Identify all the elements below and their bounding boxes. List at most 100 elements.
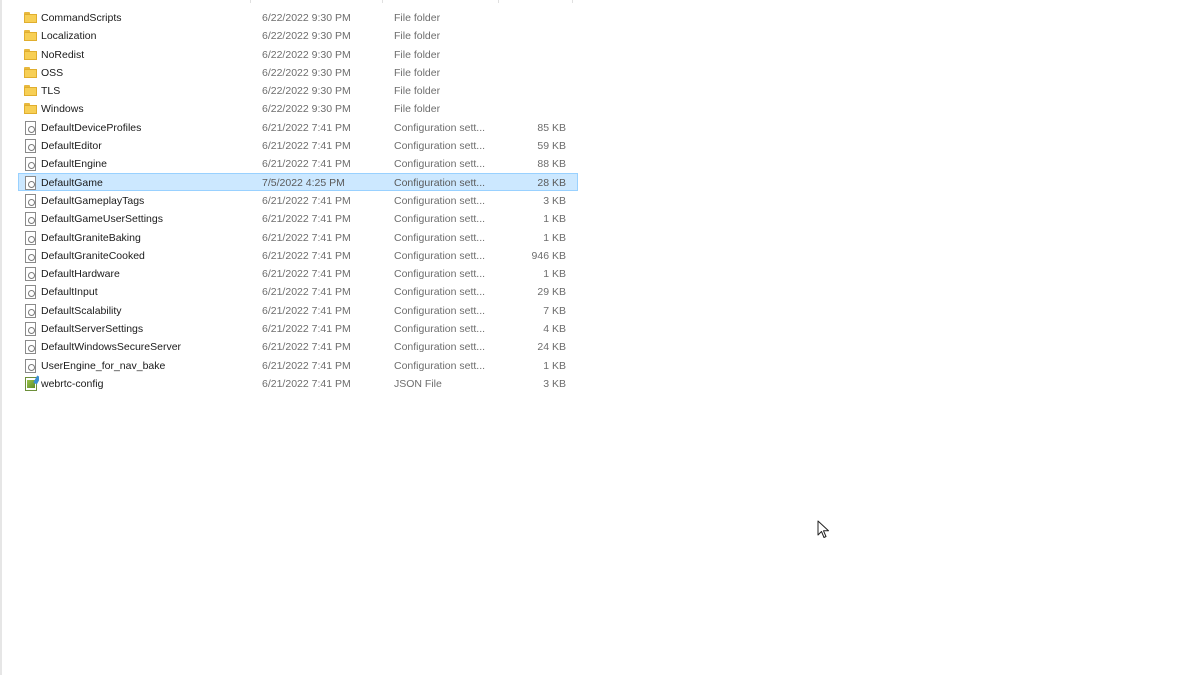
file-row[interactable]: DefaultDeviceProfiles 6/21/2022 7:41 PM Co… [18,118,578,136]
json-file-icon [23,375,39,391]
file-size: 85 KB [537,121,566,134]
file-row[interactable]: OSS 6/22/2022 9:30 PM File folder [18,63,578,81]
file-name: DefaultScalability [41,304,122,317]
file-date-modified: 6/22/2022 9:30 PM [262,85,351,98]
file-size [509,27,566,43]
file-name: DefaultEngine [41,158,107,171]
file-date-modified: 6/21/2022 7:41 PM [262,304,351,317]
column-divider[interactable] [250,0,251,3]
file-type: Configuration sett... [394,194,486,207]
file-row[interactable]: Localization 6/22/2022 9:30 PM File folder [18,26,578,44]
file-row[interactable]: DefaultGameUserSettings 6/21/2022 7:41 PM… [18,209,578,227]
left-pane-edge [0,0,2,675]
file-date-modified: 6/21/2022 7:41 PM [262,323,351,336]
file-size: 1 KB [543,231,566,244]
file-name: DefaultGame [41,176,103,189]
file-row[interactable]: DefaultGraniteBaking 6/21/2022 7:41 PM Con… [18,228,578,246]
file-date-modified: 6/21/2022 7:41 PM [262,377,351,390]
file-list[interactable]: CommandScripts 6/22/2022 9:30 PM File fold… [18,8,578,392]
file-type: File folder [394,85,441,98]
file-type: Configuration sett... [394,268,486,281]
file-name: webrtc-config [41,377,104,390]
file-date-modified: 6/21/2022 7:41 PM [262,194,351,207]
file-row[interactable]: DefaultHardware 6/21/2022 7:41 PM Configur… [18,264,578,282]
file-size: 1 KB [543,213,566,226]
file-name: DefaultGameplayTags [41,194,145,207]
file-row[interactable]: DefaultEditor 6/21/2022 7:41 PM Configurat… [18,136,578,154]
mouse-cursor-icon [817,520,829,538]
file-type: Configuration sett... [394,121,486,134]
config-file-icon [23,155,39,172]
file-type: Configuration sett... [394,359,486,372]
file-type: File folder [394,30,441,43]
file-row[interactable]: DefaultWindowsSecureServer 6/21/2022 7:41… [18,337,578,355]
file-row[interactable]: NoRedist 6/22/2022 9:30 PM File folder [18,45,578,63]
file-size: 29 KB [537,286,566,299]
file-date-modified: 6/22/2022 9:30 PM [262,103,351,116]
file-date-modified: 6/22/2022 9:30 PM [262,66,351,79]
file-date-modified: 6/21/2022 7:41 PM [262,286,351,299]
file-row[interactable]: DefaultServerSettings 6/21/2022 7:41 PM Co… [18,319,578,337]
file-row[interactable]: CommandScripts 6/22/2022 9:30 PM File fold… [18,8,578,26]
folder-icon [23,9,39,25]
file-name: UserEngine_for_nav_bake [41,359,166,372]
config-file-icon [23,192,39,208]
file-row[interactable]: Windows 6/22/2022 9:30 PM File folder [18,99,578,117]
file-type: File folder [394,103,441,116]
file-row[interactable]: TLS 6/22/2022 9:30 PM File folder [18,81,578,99]
file-name: DefaultInput [41,286,98,299]
file-size: 3 KB [543,194,566,207]
file-row[interactable]: DefaultGame 7/5/2022 4:25 PM Configuration… [18,172,578,191]
file-size: 1 KB [543,268,566,281]
file-name: DefaultWindowsSecureServer [41,341,182,354]
file-type: Configuration sett... [394,341,486,354]
file-type: Configuration sett... [394,286,486,299]
config-file-icon [23,210,39,227]
column-divider[interactable] [572,0,573,3]
file-row[interactable]: DefaultGraniteCooked 6/21/2022 7:41 PM Con… [18,246,578,264]
file-name: DefaultServerSettings [41,323,144,336]
file-size: 59 KB [537,140,566,153]
file-type: Configuration sett... [394,140,486,153]
file-type: Configuration sett... [394,231,486,244]
file-row[interactable]: UserEngine_for_nav_bake 6/21/2022 7:41 PM… [18,356,578,374]
config-file-icon [23,229,39,245]
config-file-icon [23,137,39,154]
config-file-icon [23,247,39,263]
config-file-icon [23,338,39,355]
file-date-modified: 6/22/2022 9:30 PM [262,30,351,43]
file-size [509,64,566,80]
file-date-modified: 6/22/2022 9:30 PM [262,48,351,61]
file-date-modified: 6/21/2022 7:41 PM [262,249,351,262]
file-size: 28 KB [537,176,566,189]
file-type: Configuration sett... [394,158,486,171]
column-header-dividers [0,0,600,4]
file-row[interactable]: DefaultInput 6/21/2022 7:41 PM Configurati… [18,282,578,300]
file-row[interactable]: DefaultScalability 6/21/2022 7:41 PM Confi… [18,301,578,319]
file-name: DefaultGraniteCooked [41,249,145,262]
file-size: 88 KB [537,158,566,171]
file-name: DefaultDeviceProfiles [41,121,142,134]
file-name: DefaultEditor [41,140,102,153]
file-date-modified: 6/21/2022 7:41 PM [262,213,351,226]
folder-icon [23,64,39,80]
file-size: 24 KB [537,341,566,354]
file-size: 4 KB [543,323,566,336]
file-name: DefaultGraniteBaking [41,231,141,244]
file-size: 7 KB [543,304,566,317]
config-file-icon [23,357,39,373]
file-size [509,82,566,98]
folder-icon [23,27,39,43]
file-row[interactable]: webrtc-config 6/21/2022 7:41 PM JSON File 3… [18,374,578,392]
column-divider[interactable] [382,0,383,3]
file-name: Localization [41,30,97,43]
file-type: File folder [394,12,441,24]
file-row[interactable]: DefaultEngine 6/21/2022 7:41 PM Configurat… [18,154,578,172]
column-divider[interactable] [498,0,499,3]
config-file-icon [23,302,39,318]
file-size: 946 KB [531,249,566,262]
file-type: File folder [394,66,441,79]
folder-icon [23,46,39,62]
config-file-icon [23,119,39,135]
file-row[interactable]: DefaultGameplayTags 6/21/2022 7:41 PM Conf… [18,191,578,209]
